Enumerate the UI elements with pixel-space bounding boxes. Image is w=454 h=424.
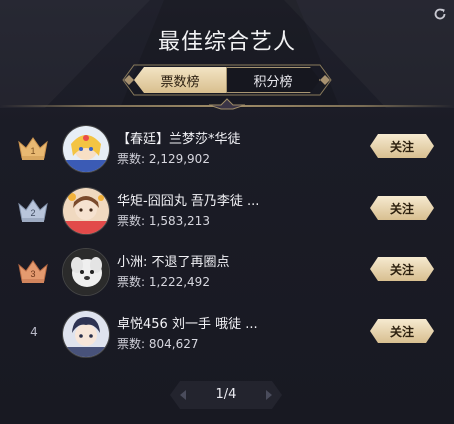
tab-bar: 票数榜 积分榜 — [0, 64, 454, 98]
rank-number: 4 — [30, 325, 38, 339]
vote-count: 票数: 1,222,492 — [117, 273, 210, 290]
crown-silver-icon: 2 — [18, 199, 48, 222]
list-item: 3 小洲: 不退了再圈点 票数: 1,222,492 关注 — [0, 243, 454, 303]
follow-button[interactable]: 关注 — [370, 319, 434, 343]
vote-count: 票数: 1,583,213 — [117, 212, 210, 229]
crown-bronze-icon: 3 — [18, 260, 48, 283]
ranking-panel: 最佳综合艺人 票数榜 积分榜 1 【春廷】兰梦莎*华徒 票数: 2,129,90… — [0, 0, 454, 424]
artist-name: 华矩-囧囧丸 吾乃李徒 ... — [117, 194, 260, 209]
chevron-right-icon — [266, 390, 272, 400]
follow-button[interactable]: 关注 — [370, 134, 434, 158]
divider-ornament — [209, 98, 245, 110]
artist-name: 卓悦456 刘一手 哦徒 ... — [117, 317, 258, 332]
svg-text:1: 1 — [30, 146, 35, 156]
follow-button[interactable]: 关注 — [370, 257, 434, 281]
avatar[interactable] — [62, 187, 110, 235]
crown-gold-icon: 1 — [18, 137, 48, 160]
avatar[interactable] — [62, 125, 110, 173]
avatar[interactable] — [62, 248, 110, 296]
vote-label: 票数: — [117, 152, 146, 166]
list-item: 2 华矩-囧囧丸 吾乃李徒 ... 票数: 1,583,213 关注 — [0, 182, 454, 242]
artist-name: 【春廷】兰梦莎*华徒 — [117, 132, 241, 147]
vote-label: 票数: — [117, 337, 146, 351]
page-title: 最佳综合艺人 — [157, 30, 296, 55]
vote-value: 2,129,902 — [148, 152, 210, 166]
refresh-icon[interactable] — [432, 6, 448, 22]
pagination: 1/4 — [170, 381, 282, 409]
avatar[interactable] — [62, 310, 110, 358]
next-page-button[interactable] — [258, 381, 280, 409]
tab-points[interactable]: 积分榜 — [226, 67, 320, 93]
artist-name: 小洲: 不退了再圈点 — [117, 255, 230, 270]
vote-value: 1,583,213 — [148, 214, 210, 228]
svg-text:2: 2 — [30, 208, 35, 218]
svg-text:3: 3 — [30, 269, 35, 279]
vote-value: 1,222,492 — [148, 275, 210, 289]
follow-button[interactable]: 关注 — [370, 196, 434, 220]
vote-value: 804,627 — [148, 337, 199, 351]
vote-count: 票数: 804,627 — [117, 335, 199, 352]
list-item: 1 【春廷】兰梦莎*华徒 票数: 2,129,902 关注 — [0, 120, 454, 180]
list-item: 4 卓悦456 刘一手 哦徒 ... 票数: 804,627 关注 — [0, 305, 454, 365]
vote-label: 票数: — [117, 275, 146, 289]
vote-label: 票数: — [117, 214, 146, 228]
tab-votes[interactable]: 票数榜 — [134, 67, 226, 93]
vote-count: 票数: 2,129,902 — [117, 150, 210, 167]
